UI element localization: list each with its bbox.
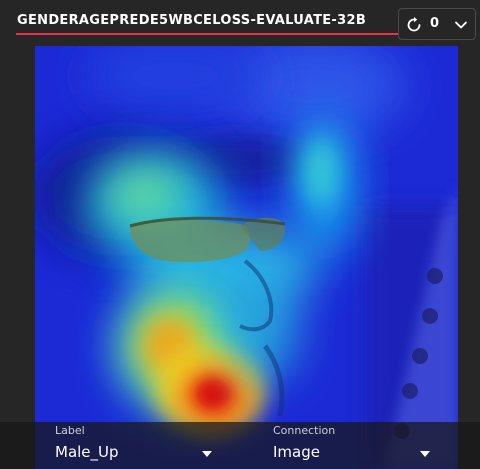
- connection-field-label: Connection: [273, 424, 336, 437]
- header-bar: GENDERAGEPREDE5WBCELOSS-EVALUATE-32B 0: [0, 0, 480, 46]
- panel-title: GENDERAGEPREDE5WBCELOSS-EVALUATE-32B: [17, 13, 367, 28]
- image-viewport[interactable]: [35, 46, 458, 469]
- label-dropdown-caret-icon[interactable]: [202, 451, 212, 457]
- refresh-count: 0: [430, 16, 440, 31]
- title-underline: [16, 33, 398, 35]
- connection-dropdown-caret-icon[interactable]: [420, 451, 430, 457]
- heatmap-overlay-image: [35, 46, 458, 469]
- refresh-icon[interactable]: [405, 16, 423, 34]
- refresh-control[interactable]: 0: [398, 8, 476, 40]
- label-field-label: Label: [55, 424, 85, 437]
- bottom-control-bar: Label Male_Up Connection Image: [0, 422, 480, 469]
- chevron-down-icon[interactable]: [453, 17, 469, 33]
- label-select[interactable]: Male_Up: [55, 443, 119, 461]
- connection-select[interactable]: Image: [273, 443, 320, 461]
